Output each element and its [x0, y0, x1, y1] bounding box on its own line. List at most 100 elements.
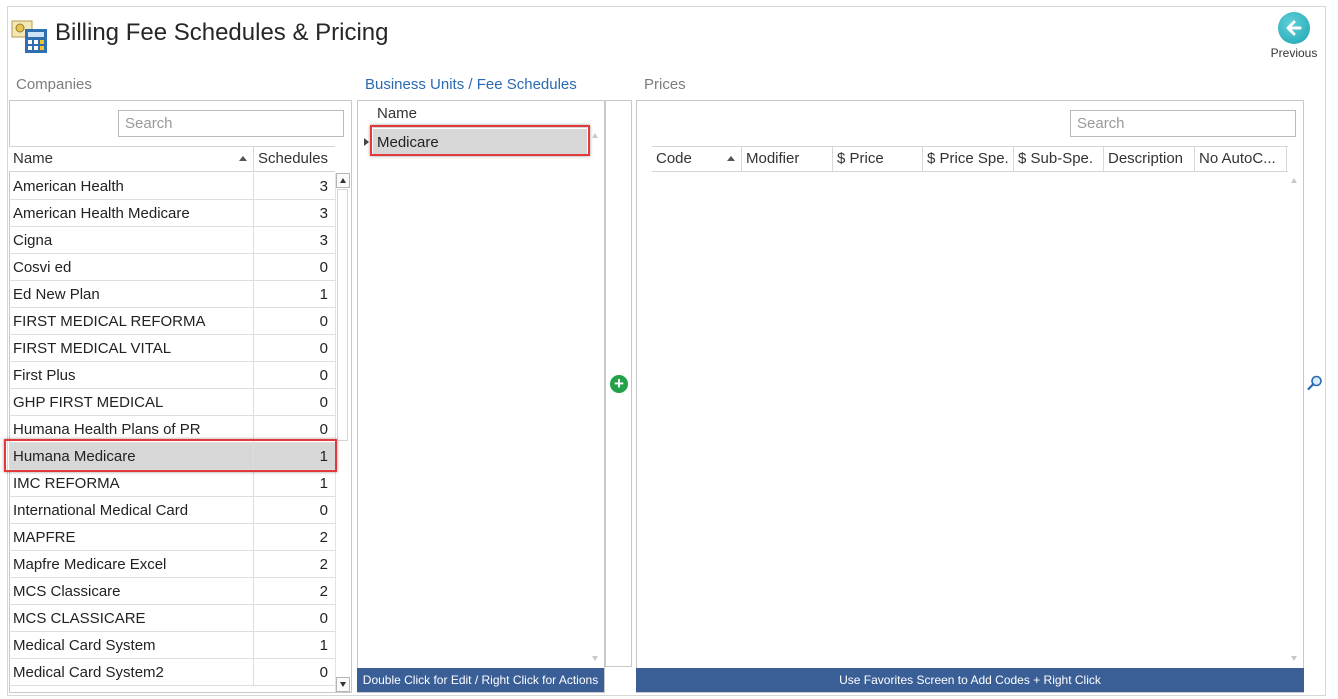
schedules-count-cell: 3: [319, 232, 328, 249]
table-row[interactable]: American Health 3: [9, 173, 335, 200]
schedules-count-cell: 3: [319, 178, 328, 195]
company-name-cell: Cosvi ed: [9, 254, 254, 280]
company-name-cell: MCS CLASSICARE: [9, 605, 254, 631]
business-units-grid-header: Name: [373, 102, 587, 128]
prices-grid-header: Code Modifier $ Price $ Price Spe. $ Sub…: [652, 146, 1288, 172]
company-name-cell: GHP FIRST MEDICAL: [9, 389, 254, 415]
company-name-cell: American Health: [9, 173, 254, 199]
table-row[interactable]: MCS CLASSICARE 0: [9, 605, 335, 632]
plus-circle-icon[interactable]: +: [610, 375, 628, 393]
company-name-cell: Medical Card System: [9, 632, 254, 658]
company-name-cell: Cigna: [9, 227, 254, 253]
table-row[interactable]: Humana Health Plans of PR 0: [9, 416, 335, 443]
company-name-cell: First Plus: [9, 362, 254, 388]
column-header-modifier[interactable]: Modifier: [742, 147, 833, 171]
company-name-cell: Humana Health Plans of PR: [9, 416, 254, 442]
company-name-cell: Medical Card System2: [9, 659, 254, 685]
schedules-count-cell: 1: [319, 286, 328, 303]
table-row[interactable]: International Medical Card 0: [9, 497, 335, 524]
company-name-cell: MAPFRE: [9, 524, 254, 550]
schedules-count-cell: 0: [319, 394, 328, 411]
page-title: Billing Fee Schedules & Pricing: [55, 19, 389, 46]
schedules-count-cell: 2: [319, 556, 328, 573]
table-row[interactable]: Medical Card System 1: [9, 632, 335, 659]
table-row[interactable]: Cosvi ed 0: [9, 254, 335, 281]
chevron-up-icon: [340, 178, 346, 183]
scroll-thumb[interactable]: [337, 189, 348, 441]
scroll-up-icon[interactable]: [1291, 178, 1297, 183]
chevron-down-icon: [340, 682, 346, 687]
scroll-down-icon[interactable]: [1291, 656, 1297, 661]
schedules-count-cell: 0: [319, 664, 328, 681]
business-unit-name: Medicare: [377, 134, 439, 151]
business-units-footer: Double Click for Edit / Right Click for …: [357, 668, 604, 692]
schedules-count-cell: 0: [319, 502, 328, 519]
table-row[interactable]: Humana Medicare 1: [9, 443, 335, 470]
schedules-count-cell: 2: [319, 583, 328, 600]
company-name-cell: Mapfre Medicare Excel: [9, 551, 254, 577]
column-header-price-spe[interactable]: $ Price Spe.: [923, 147, 1014, 171]
current-row-indicator-icon: [364, 138, 369, 146]
company-name-cell: IMC REFORMA: [9, 470, 254, 496]
table-row[interactable]: FIRST MEDICAL VITAL 0: [9, 335, 335, 362]
prices-title: Prices: [644, 76, 686, 93]
column-header-price[interactable]: $ Price: [833, 147, 923, 171]
column-header-schedules[interactable]: Schedules: [254, 147, 335, 171]
sort-ascending-icon: [727, 156, 735, 161]
company-name-cell: FIRST MEDICAL VITAL: [9, 335, 254, 361]
scroll-down-icon[interactable]: [592, 656, 598, 661]
column-header-name[interactable]: Name: [9, 147, 254, 171]
prices-footer: Use Favorites Screen to Add Codes + Righ…: [636, 668, 1304, 692]
table-row[interactable]: IMC REFORMA 1: [9, 470, 335, 497]
column-header-sub-spe[interactable]: $ Sub-Spe.: [1014, 147, 1104, 171]
arrow-left-icon: [1278, 12, 1310, 44]
previous-label: Previous: [1270, 46, 1318, 60]
companies-scrollbar[interactable]: [335, 173, 350, 692]
table-row[interactable]: Medical Card System2 0: [9, 659, 335, 686]
previous-button[interactable]: Previous: [1266, 12, 1322, 60]
schedules-count-cell: 0: [319, 421, 328, 438]
table-row[interactable]: American Health Medicare 3: [9, 200, 335, 227]
sort-ascending-icon: [239, 156, 247, 161]
table-row[interactable]: GHP FIRST MEDICAL 0: [9, 389, 335, 416]
company-name-cell: FIRST MEDICAL REFORMA: [9, 308, 254, 334]
companies-search-input[interactable]: [118, 110, 344, 137]
table-row[interactable]: MAPFRE 2: [9, 524, 335, 551]
schedules-count-cell: 2: [319, 529, 328, 546]
fee-schedule-calculator-icon: [11, 19, 49, 55]
schedules-count-cell: 0: [319, 259, 328, 276]
column-header-no-autoc[interactable]: No AutoC...: [1195, 147, 1287, 171]
schedules-count-cell: 0: [319, 367, 328, 384]
companies-grid-header: Name Schedules: [9, 146, 335, 172]
schedules-count-cell: 1: [319, 637, 328, 654]
business-unit-row[interactable]: Medicare: [373, 129, 587, 156]
schedules-count-cell: 1: [319, 475, 328, 492]
prices-panel: [636, 100, 1304, 693]
table-row[interactable]: Ed New Plan 1: [9, 281, 335, 308]
table-row[interactable]: FIRST MEDICAL REFORMA 0: [9, 308, 335, 335]
companies-list: American Health 3 American Health Medicare…: [9, 173, 335, 686]
schedules-count-cell: 1: [319, 448, 328, 465]
company-name-cell: International Medical Card: [9, 497, 254, 523]
scroll-up-button[interactable]: [336, 173, 350, 188]
table-row[interactable]: MCS Classicare 2: [9, 578, 335, 605]
company-name-cell: MCS Classicare: [9, 578, 254, 604]
table-row[interactable]: Cigna 3: [9, 227, 335, 254]
company-name-cell: Ed New Plan: [9, 281, 254, 307]
business-units-title: Business Units / Fee Schedules: [365, 76, 577, 93]
add-strip: +: [605, 100, 632, 667]
schedules-count-cell: 0: [319, 313, 328, 330]
prices-search-input[interactable]: [1070, 110, 1296, 137]
business-units-panel: [357, 100, 605, 693]
company-name-cell: Humana Medicare: [9, 443, 254, 469]
schedules-count-cell: 0: [319, 340, 328, 357]
table-row[interactable]: First Plus 0: [9, 362, 335, 389]
company-name-cell: American Health Medicare: [9, 200, 254, 226]
schedules-count-cell: 0: [319, 610, 328, 627]
scroll-up-icon[interactable]: [592, 133, 598, 138]
column-header-description[interactable]: Description: [1104, 147, 1195, 171]
scroll-down-button[interactable]: [336, 677, 350, 692]
magnifier-icon[interactable]: [1306, 374, 1324, 392]
table-row[interactable]: Mapfre Medicare Excel 2: [9, 551, 335, 578]
column-header-bu-name[interactable]: Name: [373, 102, 587, 126]
